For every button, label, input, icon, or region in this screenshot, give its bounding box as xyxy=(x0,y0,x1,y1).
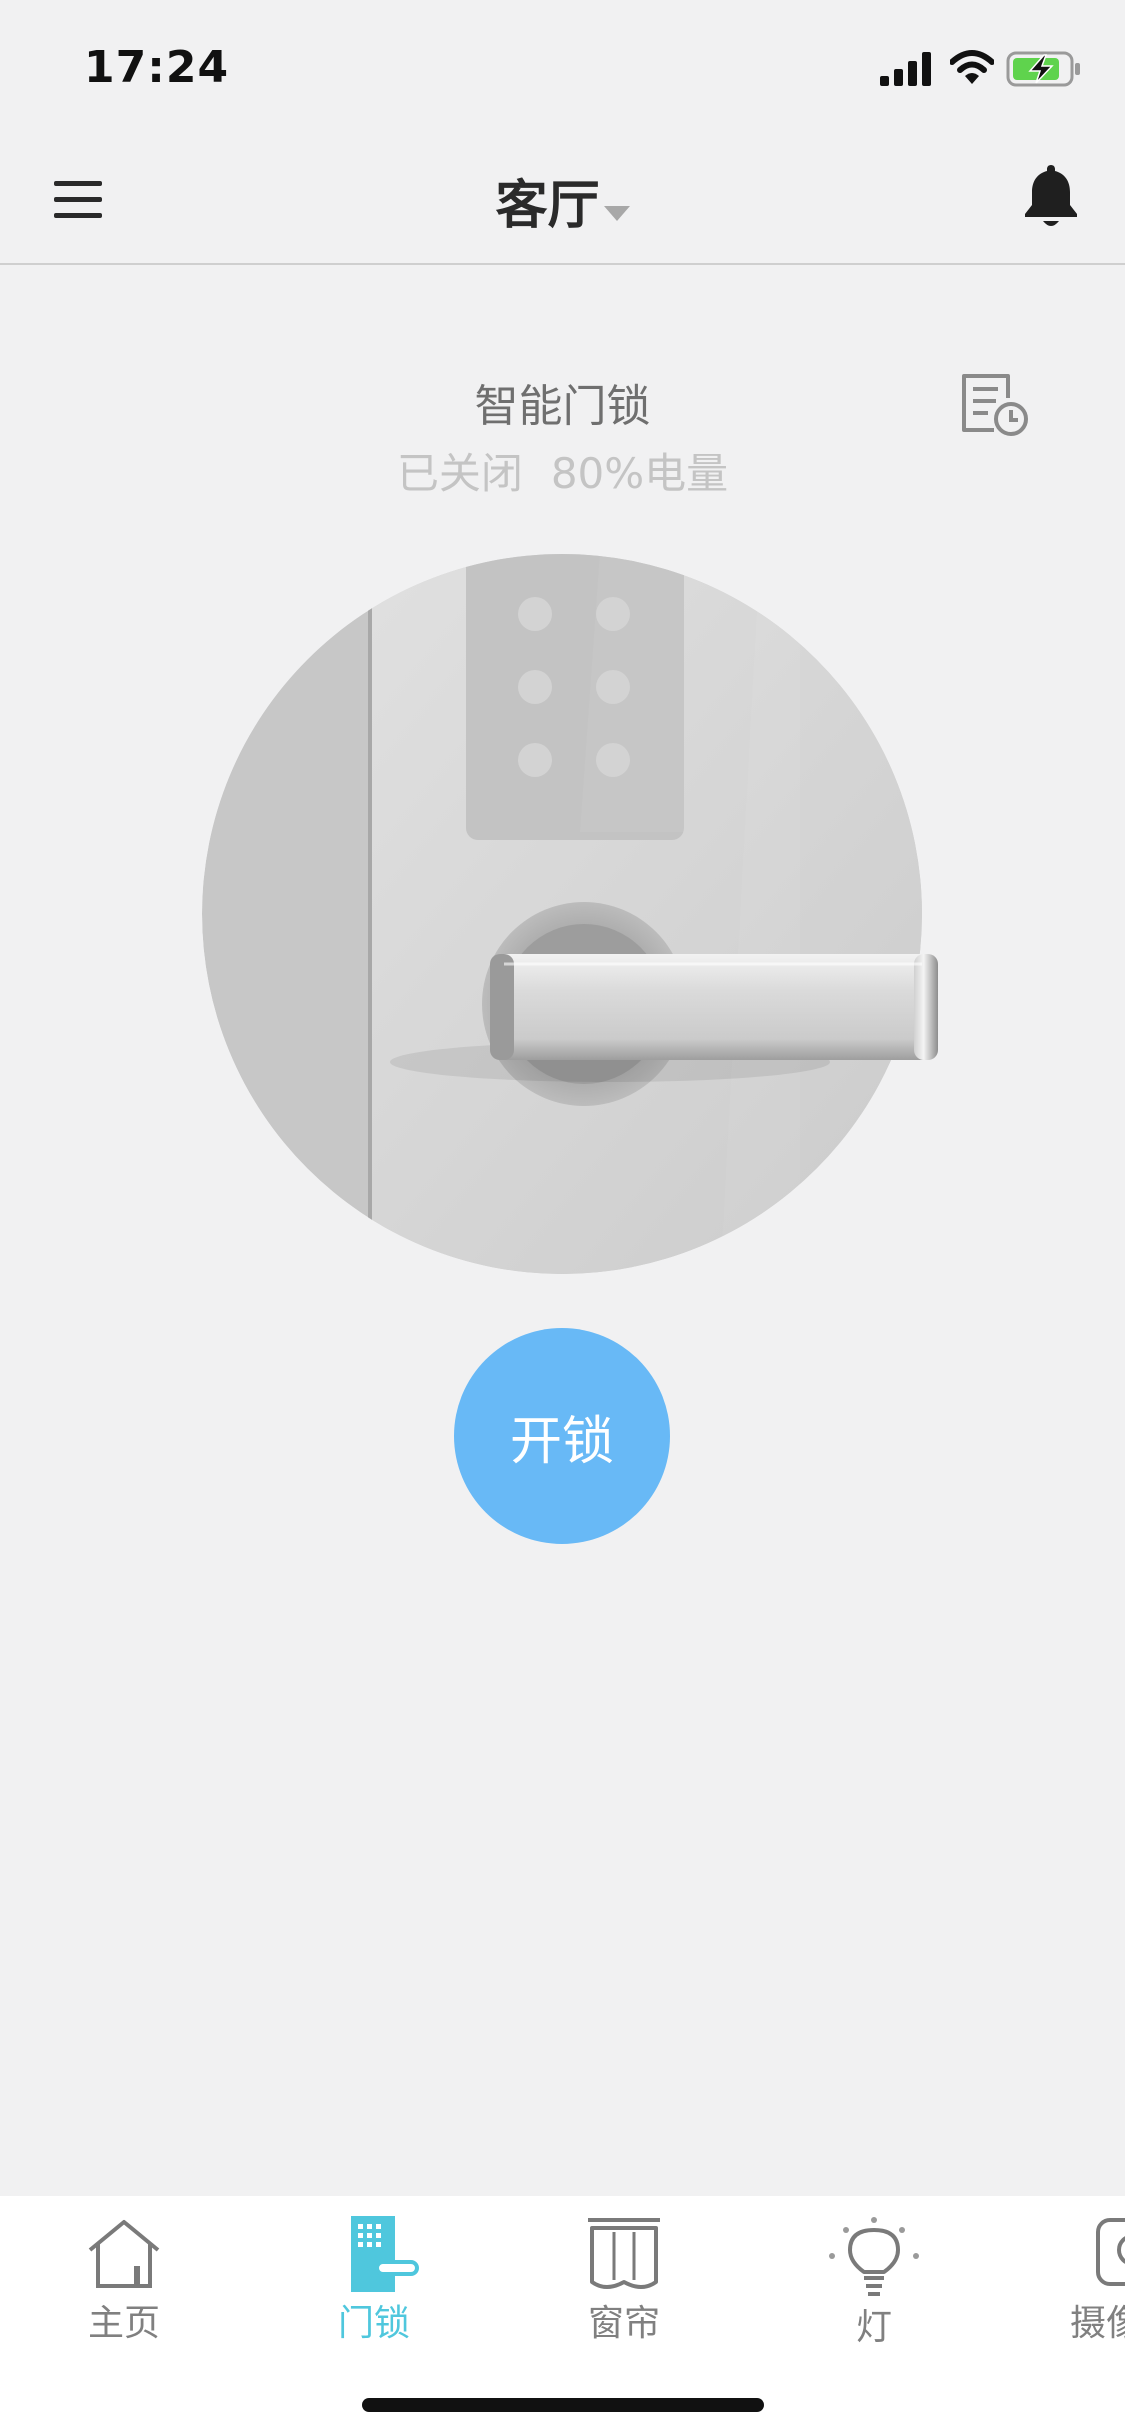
battery-charging-icon xyxy=(1006,51,1080,87)
device-name: 智能门锁 xyxy=(474,381,651,432)
lock-state-text: 已关闭 xyxy=(396,449,523,498)
wifi-icon xyxy=(950,50,994,84)
smart-lock-screen: 17:24 客厅 智能门锁 已关闭 80%电量 开锁 主页 门锁 窗帘 灯 摄像 xyxy=(0,0,1125,2436)
tab-camera-label: 摄像 xyxy=(1070,2303,1125,2344)
device-status: 已关闭 80%电量 xyxy=(0,440,1125,501)
notification-bell-icon[interactable] xyxy=(1022,163,1080,229)
room-selector[interactable]: 客厅 xyxy=(0,163,1125,238)
top-navigation-bar: 客厅 xyxy=(0,135,1125,265)
curtain-icon xyxy=(588,2218,660,2289)
history-log-icon[interactable] xyxy=(960,372,1030,440)
tab-door-lock[interactable]: 门锁 xyxy=(294,2216,454,2366)
tab-curtain-label: 窗帘 xyxy=(587,2303,660,2344)
cellular-signal-icon xyxy=(880,52,931,86)
tab-home[interactable]: 主页 xyxy=(44,2216,204,2366)
tab-light[interactable]: 灯 xyxy=(794,2216,954,2366)
home-icon xyxy=(88,2220,160,2288)
unlock-button[interactable]: 开锁 xyxy=(454,1328,670,1544)
door-lock-icon xyxy=(351,2216,419,2292)
bulb-icon xyxy=(829,2217,919,2296)
tab-curtain[interactable]: 窗帘 xyxy=(544,2216,704,2366)
tab-camera[interactable]: 摄像 xyxy=(1044,2216,1125,2366)
status-bar: 17:24 xyxy=(0,0,1125,135)
room-title: 客厅 xyxy=(495,176,600,236)
dropdown-arrow-icon xyxy=(603,206,630,221)
tab-door-lock-label: 门锁 xyxy=(337,2303,410,2344)
battery-text: 80%电量 xyxy=(550,449,729,498)
tab-home-label: 主页 xyxy=(87,2303,160,2344)
status-time: 17:24 xyxy=(84,42,230,93)
tab-light-label: 灯 xyxy=(855,2307,892,2348)
camera-icon xyxy=(1096,2218,1125,2286)
door-lock-illustration xyxy=(202,554,938,1274)
home-indicator[interactable] xyxy=(362,2398,764,2412)
